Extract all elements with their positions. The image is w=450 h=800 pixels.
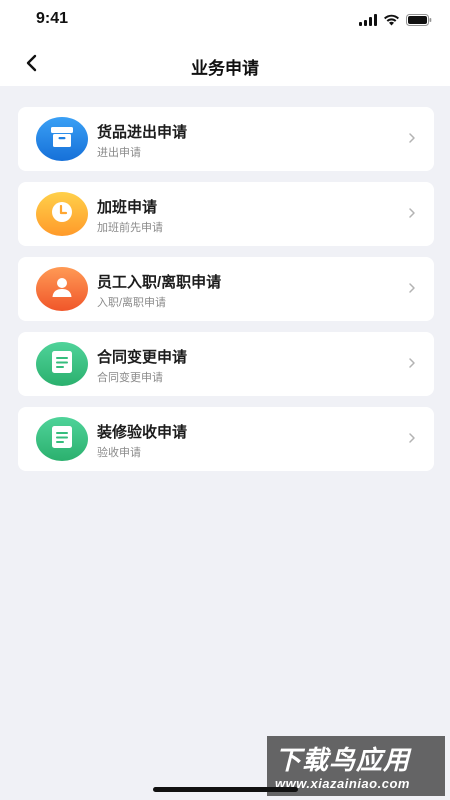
chevron-right-icon (408, 356, 416, 374)
item-subtitle: 验收申请 (97, 447, 141, 459)
icon-badge (36, 417, 88, 461)
item-title: 加班申请 (97, 199, 158, 216)
document-icon (51, 425, 73, 454)
chevron-right-icon (408, 281, 416, 299)
chevron-right-icon (408, 206, 416, 224)
watermark-title: 下载鸟应用 (275, 745, 411, 775)
item-title: 装修验收申请 (97, 424, 188, 441)
icon-badge (36, 342, 88, 386)
user-icon (50, 275, 74, 304)
list-item-overtime[interactable]: 加班申请 加班前先申请 (18, 182, 434, 246)
icon-badge (36, 192, 88, 236)
home-indicator (153, 787, 298, 792)
icon-badge (36, 117, 88, 161)
status-icons (359, 13, 432, 31)
item-subtitle: 入职/离职申请 (97, 297, 167, 309)
item-subtitle: 加班前先申请 (97, 222, 163, 234)
nav-bar: 业务申请 (0, 42, 450, 86)
status-time: 9:41 (36, 10, 69, 27)
chevron-right-icon (408, 431, 416, 449)
list-item-contract-change[interactable]: 合同变更申请 合同变更申请 (18, 332, 434, 396)
page-title: 业务申请 (191, 59, 259, 78)
item-title: 合同变更申请 (97, 349, 188, 366)
status-bar: 9:41 (0, 0, 450, 42)
item-subtitle: 合同变更申请 (97, 372, 163, 384)
list-item-renovation-acceptance[interactable]: 装修验收申请 验收申请 (18, 407, 434, 471)
battery-icon (406, 13, 432, 31)
signal-icon (359, 13, 377, 31)
archive-box-icon (50, 126, 74, 153)
clock-icon (50, 200, 74, 229)
icon-badge (36, 267, 88, 311)
item-title: 员工入职/离职申请 (97, 274, 222, 291)
wifi-icon (383, 13, 400, 31)
chevron-right-icon (408, 131, 416, 149)
list-item-goods-in-out[interactable]: 货品进出申请 进出申请 (18, 107, 434, 171)
list-item-onboarding-offboarding[interactable]: 员工入职/离职申请 入职/离职申请 (18, 257, 434, 321)
item-title: 货品进出申请 (97, 124, 188, 141)
item-subtitle: 进出申请 (97, 147, 141, 159)
document-icon (51, 350, 73, 379)
application-list: 货品进出申请 进出申请 加班申请 加班前先申请 员工入职/离职申请 入职/离职申… (18, 107, 434, 482)
